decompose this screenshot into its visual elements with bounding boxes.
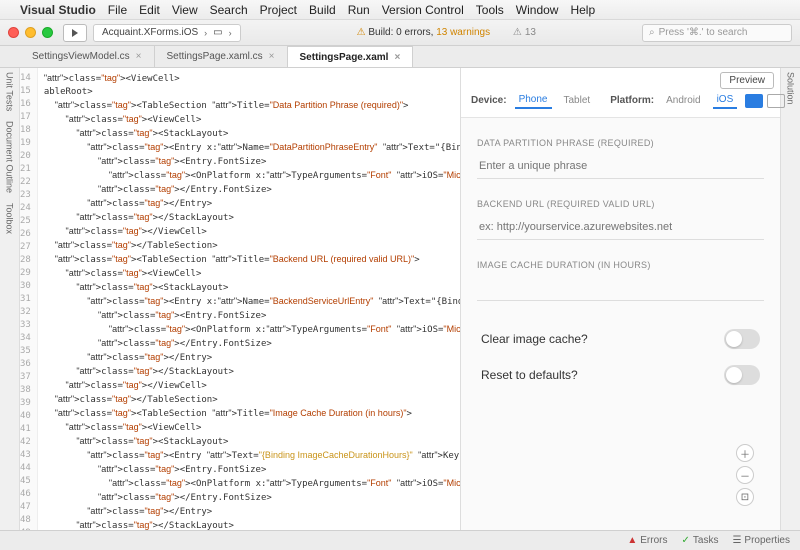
properties-icon: ☰: [732, 535, 741, 546]
left-rail: Unit Tests Document Outline Toolbox: [0, 68, 20, 530]
run-button[interactable]: [63, 24, 87, 42]
rail-solution[interactable]: Solution: [786, 72, 796, 105]
status-properties[interactable]: ☰Properties: [732, 535, 790, 546]
zoom-in-button[interactable]: ＋: [736, 444, 754, 462]
search-icon: ⌕: [649, 27, 655, 38]
minimize-window-button[interactable]: [25, 27, 36, 38]
right-rail: Solution: [780, 68, 800, 530]
check-icon: ✓: [682, 535, 690, 546]
menu-edit[interactable]: Edit: [139, 3, 160, 17]
menu-search[interactable]: Search: [210, 3, 248, 17]
menu-version-control[interactable]: Version Control: [382, 3, 464, 17]
tab-label: SettingsPage.xaml.cs: [167, 51, 263, 62]
rail-document-outline[interactable]: Document Outline: [5, 121, 15, 193]
target-label: Acquaint.XForms.iOS: [102, 27, 198, 38]
chevron-right-icon: ›: [229, 28, 232, 38]
landscape-icon[interactable]: [767, 94, 785, 108]
switch-label: Reset to defaults?: [481, 368, 578, 382]
error-icon: ▲: [627, 535, 637, 546]
menu-project[interactable]: Project: [260, 3, 297, 17]
cache-duration-input[interactable]: [477, 276, 764, 301]
form-preview: DATA PARTITION PHRASE (REQUIRED) BACKEND…: [461, 118, 780, 530]
zoom-window-button[interactable]: [42, 27, 53, 38]
tab-settingsviewmodel[interactable]: SettingsViewModel.cs ×: [20, 46, 155, 67]
tab-settingspage-xaml[interactable]: SettingsPage.xaml ×: [288, 46, 414, 67]
toolbar: Acquaint.XForms.iOS › ▭ › ⚠ Build: 0 err…: [0, 20, 800, 46]
zoom-fit-button[interactable]: ⊡: [736, 488, 754, 506]
section-label-1: DATA PARTITION PHRASE (REQUIRED): [477, 138, 764, 148]
rail-toolbox[interactable]: Toolbox: [5, 203, 15, 234]
preview-pane: Preview Device: Phone Tablet Platform: A…: [460, 68, 780, 530]
menu-file[interactable]: File: [108, 3, 127, 17]
menu-run[interactable]: Run: [348, 3, 370, 17]
code-body[interactable]: "attr">class="tag"><ViewCell> ableRoot> …: [38, 68, 460, 530]
chevron-right-icon: ›: [204, 28, 207, 38]
statusbar: ▲Errors ✓Tasks ☰Properties: [0, 530, 800, 550]
play-icon: [72, 29, 78, 37]
menubar: Visual Studio File Edit View Search Proj…: [0, 0, 800, 20]
menu-help[interactable]: Help: [570, 3, 595, 17]
toggle-icon[interactable]: [724, 365, 760, 385]
platform-android[interactable]: Android: [662, 93, 704, 108]
close-icon[interactable]: ×: [394, 52, 400, 63]
preview-button[interactable]: Preview: [720, 72, 774, 89]
menu-build[interactable]: Build: [309, 3, 336, 17]
tab-settingspage-cs[interactable]: SettingsPage.xaml.cs ×: [155, 46, 288, 67]
zoom-out-button[interactable]: －: [736, 466, 754, 484]
app-name: Visual Studio: [20, 3, 96, 17]
switch-clear-cache[interactable]: Clear image cache?: [477, 321, 764, 357]
menu-view[interactable]: View: [172, 3, 198, 17]
file-tabs: SettingsViewModel.cs × SettingsPage.xaml…: [0, 46, 800, 68]
line-gutter: 1415161718192021222324252627282930313233…: [20, 68, 38, 530]
switch-label: Clear image cache?: [481, 332, 588, 346]
tab-label: SettingsPage.xaml: [300, 52, 389, 63]
close-window-button[interactable]: [8, 27, 19, 38]
main-area: Unit Tests Document Outline Toolbox 1415…: [0, 68, 800, 530]
search-placeholder: Press '⌘.' to search: [659, 27, 748, 38]
window-controls: [8, 27, 53, 38]
data-partition-input[interactable]: [477, 154, 764, 179]
platform-label: Platform:: [610, 95, 654, 106]
code-editor[interactable]: 1415161718192021222324252627282930313233…: [20, 68, 460, 530]
portrait-icon[interactable]: [745, 94, 763, 108]
platform-ios[interactable]: iOS: [713, 92, 738, 109]
status-tasks[interactable]: ✓Tasks: [682, 535, 719, 546]
section-label-3: IMAGE CACHE DURATION (IN HOURS): [477, 260, 764, 270]
section-label-2: BACKEND URL (REQUIRED VALID URL): [477, 199, 764, 209]
device-tablet[interactable]: Tablet: [560, 93, 595, 108]
device-icon: ▭: [213, 27, 222, 38]
search-input[interactable]: ⌕ Press '⌘.' to search: [642, 24, 792, 42]
build-status: ⚠ Build: 0 errors, 13 warnings ⚠ 13: [251, 27, 642, 38]
menu-tools[interactable]: Tools: [476, 3, 504, 17]
warning-badge[interactable]: ⚠ 13: [513, 27, 536, 38]
backend-url-input[interactable]: [477, 215, 764, 240]
close-icon[interactable]: ×: [269, 51, 275, 62]
menu-window[interactable]: Window: [516, 3, 559, 17]
target-selector[interactable]: Acquaint.XForms.iOS › ▭ ›: [93, 24, 241, 42]
device-phone[interactable]: Phone: [515, 92, 552, 109]
tab-label: SettingsViewModel.cs: [32, 51, 130, 62]
switch-reset-defaults[interactable]: Reset to defaults?: [477, 357, 764, 393]
toggle-icon[interactable]: [724, 329, 760, 349]
rail-unit-tests[interactable]: Unit Tests: [5, 72, 15, 111]
zoom-controls: ＋ － ⊡: [736, 444, 754, 506]
device-label: Device:: [471, 95, 507, 106]
close-icon[interactable]: ×: [136, 51, 142, 62]
status-errors[interactable]: ▲Errors: [627, 535, 667, 546]
